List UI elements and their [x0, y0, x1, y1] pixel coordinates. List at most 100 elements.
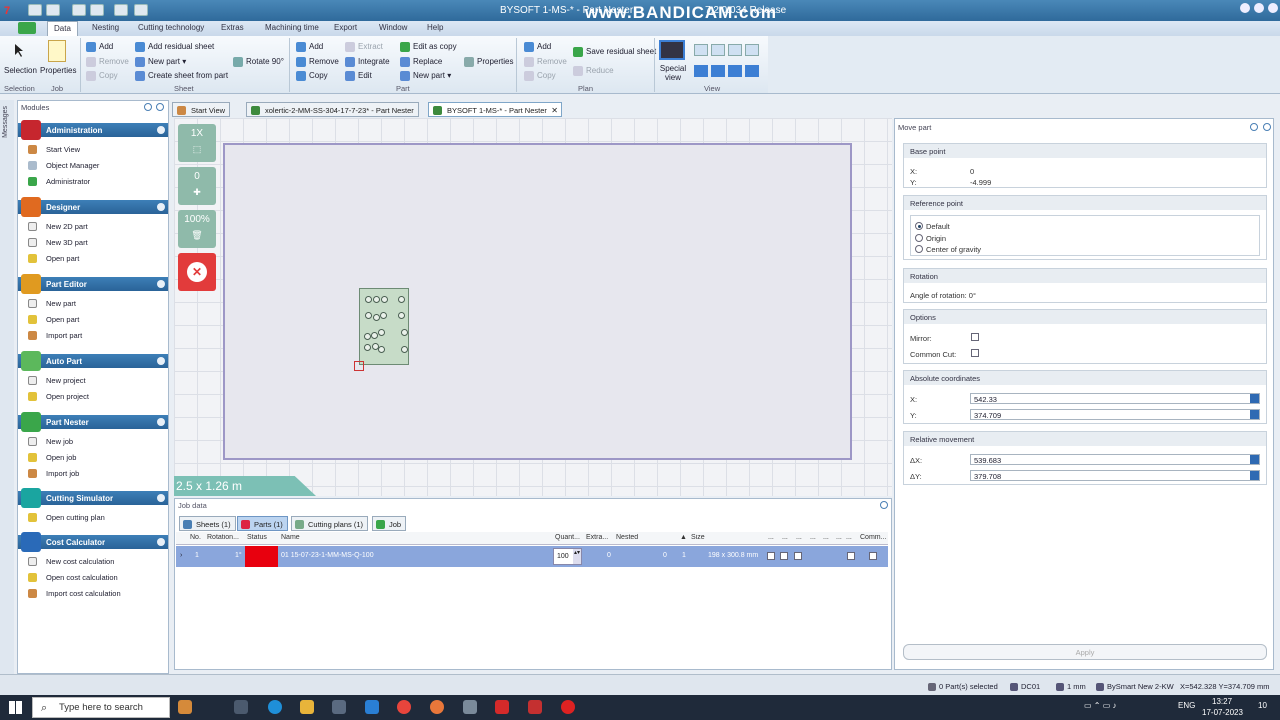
col-priority-sort-icon[interactable]: ▲ [680, 534, 687, 541]
close-panel-icon[interactable] [1263, 123, 1271, 131]
row-checkbox-4[interactable] [847, 552, 855, 560]
windows-start-icon[interactable] [9, 701, 22, 714]
pan-left-icon[interactable] [694, 65, 708, 77]
pin-icon[interactable] [880, 501, 888, 509]
zoom-window-icon[interactable] [728, 44, 742, 56]
part-edit-button[interactable]: Edit [345, 71, 372, 81]
sidebar-item-open-job[interactable]: Open job [28, 453, 76, 462]
abs-y-field[interactable]: 374.709 [970, 409, 1260, 420]
section-cutting-simulator[interactable]: Cutting Simulator [18, 488, 168, 508]
spin-icon[interactable] [1250, 410, 1259, 419]
radio-origin[interactable] [915, 234, 923, 242]
taskbar-search-input[interactable]: ⌕ Type here to search [32, 697, 170, 718]
tray-icons[interactable]: ▭ ⌃ ▭ ♪ [1084, 701, 1117, 710]
spin-icon[interactable] [1250, 394, 1259, 403]
col-name[interactable]: Name [281, 534, 300, 541]
selection-arrow-icon[interactable] [10, 42, 26, 58]
tab-cutting-technology[interactable]: Cutting technology [138, 23, 204, 32]
common-cut-checkbox[interactable] [971, 349, 979, 357]
clock-time[interactable]: 13:27 [1212, 697, 1232, 706]
zoom-tool[interactable]: 100% 🗑 [178, 210, 216, 248]
selection-button[interactable]: Selection [4, 66, 37, 75]
chevron-down-icon[interactable] [157, 418, 165, 426]
special-view-icon[interactable] [659, 40, 685, 60]
chevron-down-icon[interactable] [157, 280, 165, 288]
minimize-icon[interactable] [1240, 3, 1250, 13]
close-panel-icon[interactable] [156, 103, 164, 111]
tab-data[interactable]: Data [47, 21, 78, 36]
pan-down-icon[interactable] [745, 65, 759, 77]
col-quantity[interactable]: Quant... [555, 534, 583, 541]
part-new-part-button[interactable]: New part ▾ [400, 71, 451, 81]
zoom-out-icon[interactable] [711, 44, 725, 56]
print-icon[interactable] [114, 4, 128, 16]
edge-icon[interactable] [268, 700, 282, 714]
save-residual-sheet-button[interactable]: Save residual sheet [573, 47, 656, 57]
col-extra-3[interactable]: ... [796, 534, 802, 541]
close-tab-icon[interactable]: ✕ [551, 106, 558, 115]
quantity-stepper[interactable]: 100 ▴▾ [553, 548, 582, 565]
properties-button[interactable]: Properties [40, 66, 76, 75]
notification-count[interactable]: 10 [1258, 701, 1267, 710]
sheet-remove-button[interactable]: Remove [86, 57, 129, 67]
part-properties-button[interactable]: Properties [464, 57, 513, 67]
col-comment[interactable]: Comm... [860, 534, 886, 541]
tab-job[interactable]: Job [372, 516, 407, 531]
chrome-icon[interactable] [397, 700, 411, 714]
part-add-button[interactable]: Add [296, 42, 323, 52]
spin-icon[interactable] [1250, 471, 1259, 480]
col-status[interactable]: Status [247, 534, 267, 541]
plan-remove-button[interactable]: Remove [524, 57, 567, 67]
col-extra[interactable]: Extra... [586, 534, 613, 541]
preview-icon[interactable] [134, 4, 148, 16]
rel-dy-field[interactable]: 379.708 [970, 470, 1260, 481]
close-window-icon[interactable] [1268, 3, 1278, 13]
app-menu-icon[interactable] [18, 22, 36, 34]
radio-center-of-gravity[interactable] [915, 245, 923, 253]
part-copy-button[interactable]: Copy [296, 71, 328, 81]
sheet-new-part-button[interactable]: New part ▾ [135, 57, 186, 67]
rotate-90-button[interactable]: Rotate 90° [233, 57, 284, 67]
col-no[interactable]: No. [190, 534, 201, 541]
col-extra-6[interactable]: ... [836, 534, 842, 541]
chevron-down-icon[interactable] [157, 203, 165, 211]
edit-as-copy-button[interactable]: Edit as copy [400, 42, 457, 52]
sidebar-item-administrator[interactable]: Administrator [28, 177, 90, 186]
pin-icon[interactable] [1250, 123, 1258, 131]
col-nested[interactable]: Nested [616, 534, 638, 541]
nested-part[interactable] [359, 288, 409, 365]
sheet-add-button[interactable]: Add [86, 42, 113, 52]
section-auto-part[interactable]: Auto Part [18, 351, 168, 371]
doc-tab-bysoft[interactable]: BYSOFT 1-MS-* - Part Nester ✕ [428, 102, 562, 117]
replace-button[interactable]: Replace [400, 57, 442, 67]
sidebar-item-new-project[interactable]: New project [28, 376, 86, 385]
part-extract-button[interactable]: Extract [345, 42, 383, 52]
sidebar-item-open-cutting-plan[interactable]: Open cutting plan [28, 513, 105, 522]
doc-tab-xolertic[interactable]: xolertic-2-MM-SS-304-17-7-23* - Part Nes… [246, 102, 419, 117]
chevron-down-icon[interactable] [157, 357, 165, 365]
open-icon[interactable] [46, 4, 60, 16]
doc-tab-start-view[interactable]: Start View [172, 102, 231, 117]
sidebar-item-import-cost-calculation[interactable]: Import cost calculation [28, 589, 121, 598]
tab-export[interactable]: Export [334, 23, 357, 32]
tab-parts[interactable]: Parts (1) [237, 516, 288, 531]
task-view-icon[interactable] [234, 700, 248, 714]
col-rotation[interactable]: Rotation... [207, 534, 244, 541]
count-tool[interactable]: 0 ✚ [178, 167, 216, 205]
section-cost-calculator[interactable]: Cost Calculator [18, 532, 168, 552]
abs-x-field[interactable]: 542.33 [970, 393, 1260, 404]
section-part-editor[interactable]: Part Editor [18, 274, 168, 294]
save-icon[interactable] [28, 4, 42, 16]
tab-nesting[interactable]: Nesting [92, 23, 119, 32]
sidebar-item-new-3d-part[interactable]: New 3D part [28, 238, 88, 247]
sidebar-item-object-manager[interactable]: Object Manager [28, 161, 99, 170]
col-extra-1[interactable]: ... [768, 534, 774, 541]
col-extra-5[interactable]: ... [823, 534, 829, 541]
sidebar-item-open-project[interactable]: Open project [28, 392, 89, 401]
tab-sheets[interactable]: Sheets (1) [179, 516, 236, 531]
section-administration[interactable]: Administration [18, 120, 168, 140]
file-explorer-icon[interactable] [300, 700, 314, 714]
sidebar-item-new-cost-calculation[interactable]: New cost calculation [28, 557, 114, 566]
row-checkbox-2[interactable] [780, 552, 788, 560]
redo-icon[interactable] [90, 4, 104, 16]
